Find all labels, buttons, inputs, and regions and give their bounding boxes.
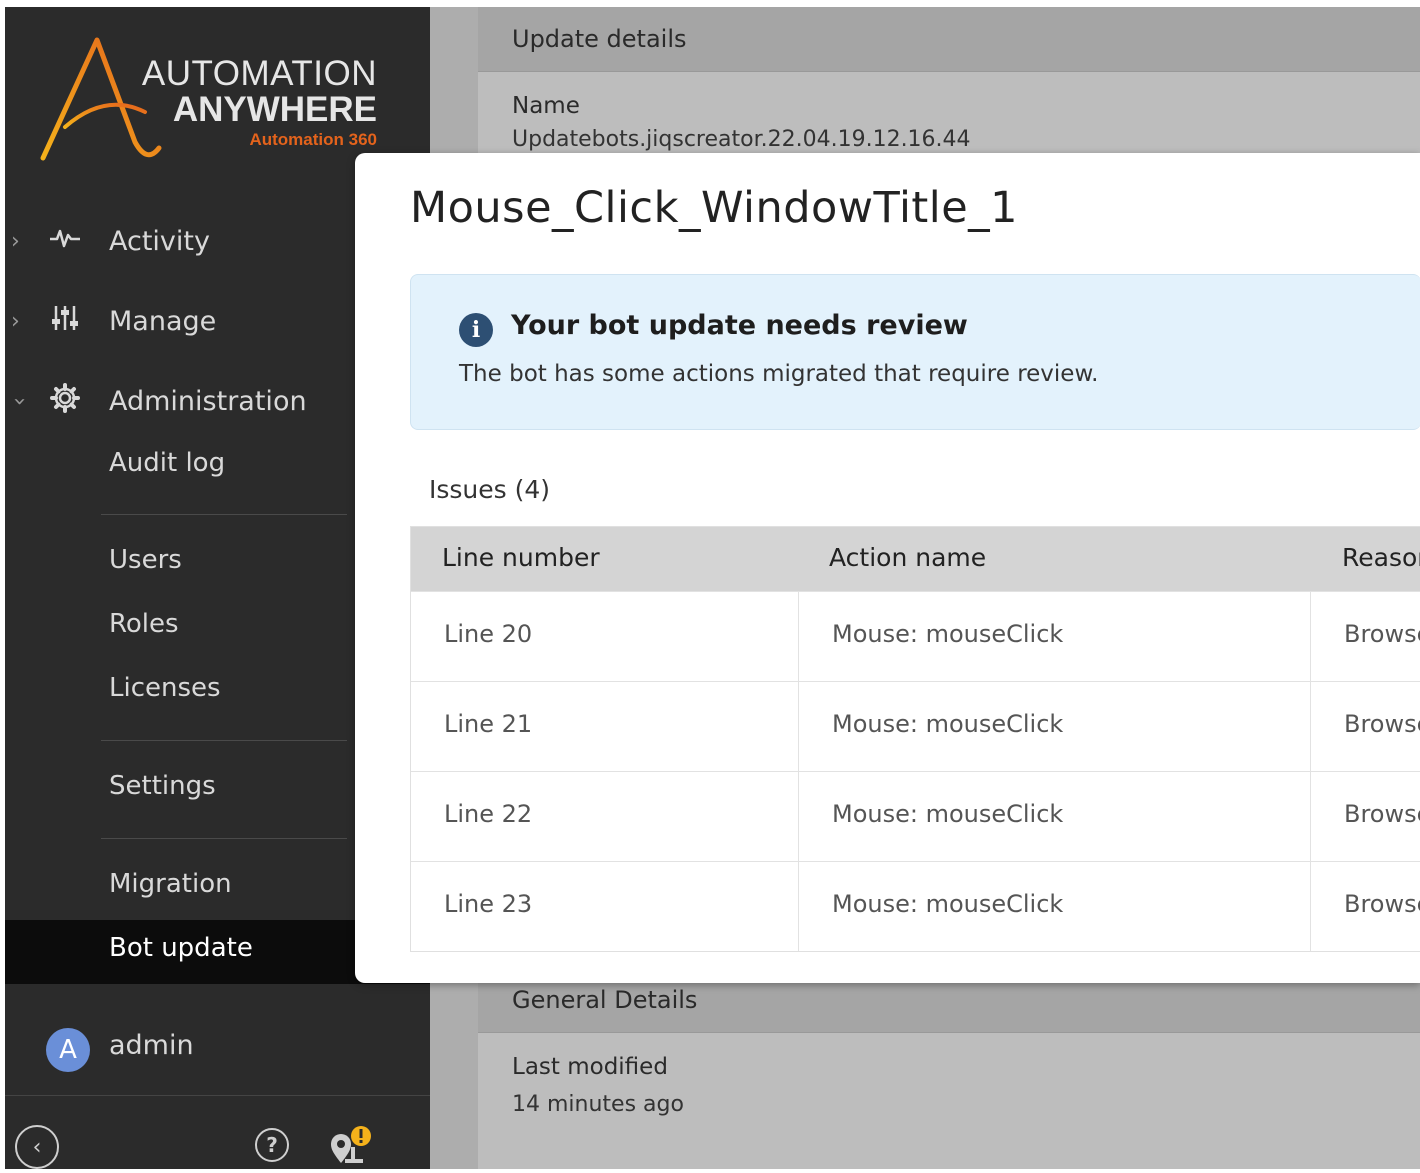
last-modified-value: 14 minutes ago xyxy=(512,1092,684,1117)
cell-action-name: Mouse: mouseClick xyxy=(832,800,1064,828)
notifications-icon[interactable] xyxy=(327,1125,377,1169)
modal-title: Mouse_Click_WindowTitle_1 xyxy=(410,183,1019,233)
table-row[interactable]: Line 20 Mouse: mouseClick Browser xyxy=(411,591,1420,681)
cell-reason: Browser xyxy=(1344,800,1420,828)
divider xyxy=(5,1095,430,1096)
cell-action-name: Mouse: mouseClick xyxy=(832,890,1064,918)
user-name: admin xyxy=(109,1030,194,1061)
table-row[interactable]: Line 22 Mouse: mouseClick Browser xyxy=(411,771,1420,861)
name-value: Updatebots.jiqscreator.22.04.19.12.16.44 xyxy=(512,127,971,152)
info-icon: i xyxy=(459,313,493,347)
logo-text-anywhere: ANYWHERE xyxy=(172,90,377,129)
issues-count: (4) xyxy=(514,475,551,504)
column-header-reason[interactable]: Reason xyxy=(1342,543,1420,572)
cell-line-number: Line 20 xyxy=(444,620,533,648)
column-divider xyxy=(1310,591,1311,951)
user-menu[interactable]: A admin xyxy=(5,1022,355,1072)
logo-a-icon xyxy=(40,37,162,161)
nav-item-manage[interactable]: › Manage xyxy=(5,296,355,346)
divider xyxy=(101,740,347,741)
cell-line-number: Line 22 xyxy=(444,800,533,828)
cell-reason: Browser xyxy=(1344,710,1420,738)
divider xyxy=(101,838,347,839)
sidebar-item-licenses[interactable]: Licenses xyxy=(109,673,221,703)
activity-pulse-icon xyxy=(48,227,82,255)
column-header-line-number[interactable]: Line number xyxy=(442,543,600,572)
sidebar-item-users[interactable]: Users xyxy=(109,545,182,575)
avatar: A xyxy=(46,1028,90,1072)
logo-text-automation: AUTOMATION xyxy=(141,54,377,93)
divider xyxy=(101,514,347,515)
chevron-right-icon: › xyxy=(11,308,20,334)
sidebar-item-migration[interactable]: Migration xyxy=(109,869,232,899)
table-row[interactable]: Line 23 Mouse: mouseClick Browser xyxy=(411,861,1420,951)
collapse-sidebar-icon[interactable]: ‹ xyxy=(15,1125,59,1169)
sidebar-item-settings[interactable]: Settings xyxy=(109,771,216,801)
nav-item-activity[interactable]: › Activity xyxy=(5,216,355,266)
logo-text-product: Automation 360 xyxy=(249,130,377,149)
nav-label-administration: Administration xyxy=(109,385,307,417)
alert-title: Your bot update needs review xyxy=(511,310,968,341)
cell-reason: Browser xyxy=(1344,890,1420,918)
last-modified-label: Last modified xyxy=(512,1054,668,1080)
review-alert: i Your bot update needs review The bot h… xyxy=(410,274,1420,430)
gear-icon xyxy=(48,383,82,419)
nav-item-administration[interactable]: › Administration xyxy=(5,376,355,426)
cell-action-name: Mouse: mouseClick xyxy=(832,620,1064,648)
sidebar-item-audit-log[interactable]: Audit log xyxy=(109,448,225,478)
automation-anywhere-logo[interactable]: AUTOMATION ANYWHERE Automation 360 xyxy=(35,32,395,172)
name-label: Name xyxy=(512,93,580,119)
issues-label: Issues xyxy=(429,475,507,504)
chevron-right-icon: › xyxy=(11,228,20,254)
cell-line-number: Line 23 xyxy=(444,890,533,918)
sliders-icon xyxy=(48,303,82,339)
general-details-title: General Details xyxy=(512,986,698,1014)
review-modal: Mouse_Click_WindowTitle_1 i Your bot upd… xyxy=(355,153,1420,983)
chevron-down-icon: › xyxy=(6,396,32,406)
nav-label-activity: Activity xyxy=(109,225,210,257)
column-header-action-name[interactable]: Action name xyxy=(829,543,986,572)
column-divider xyxy=(798,591,799,951)
table-row[interactable]: Line 21 Mouse: mouseClick Browser xyxy=(411,681,1420,771)
cell-reason: Browser xyxy=(1344,620,1420,648)
help-icon[interactable]: ? xyxy=(255,1128,289,1162)
cell-line-number: Line 21 xyxy=(444,710,533,738)
sidebar-item-roles[interactable]: Roles xyxy=(109,609,179,639)
sidebar-item-bot-update[interactable]: Bot update xyxy=(109,933,253,963)
alert-text: The bot has some actions migrated that r… xyxy=(459,361,1099,387)
nav-label-manage: Manage xyxy=(109,305,217,337)
update-details-title: Update details xyxy=(512,25,687,53)
cell-action-name: Mouse: mouseClick xyxy=(832,710,1064,738)
issues-table: Line number Action name Reason Line 20 M… xyxy=(410,526,1420,952)
issues-heading: Issues (4) xyxy=(429,475,550,504)
table-header-row: Line number Action name Reason xyxy=(411,527,1420,591)
